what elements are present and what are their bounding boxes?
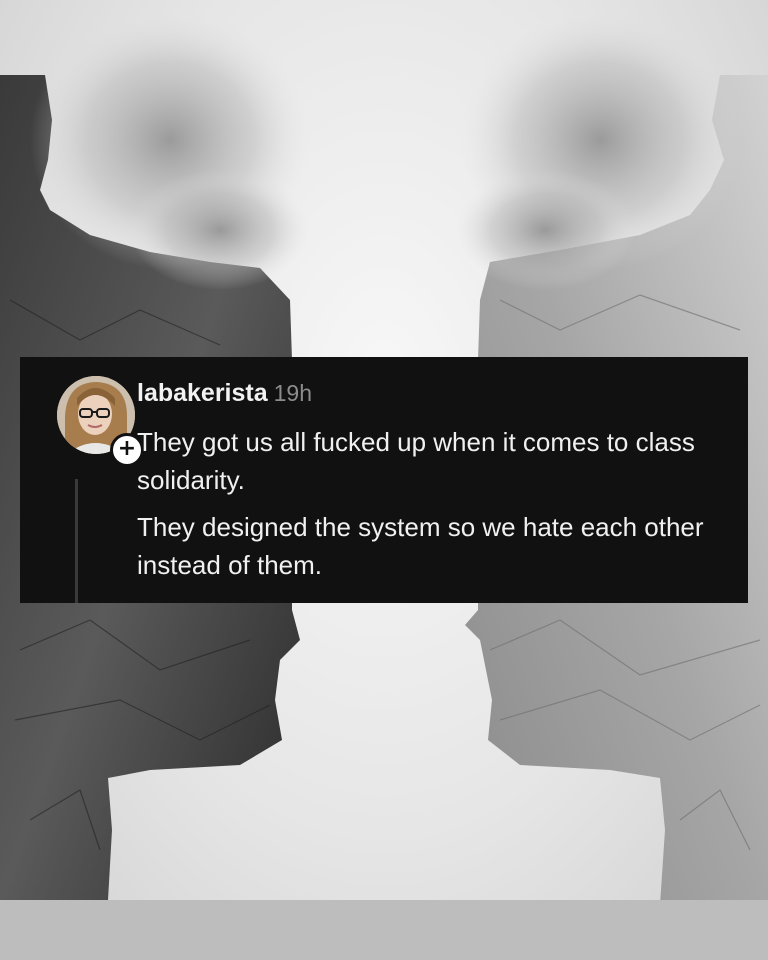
post-timestamp: 19h: [273, 380, 313, 406]
post-paragraph: They got us all fucked up when it comes …: [137, 427, 695, 495]
post-paragraph: They designed the system so we hate each…: [137, 512, 704, 580]
post-card: + labakerista 19h They got us all fucked …: [20, 357, 748, 603]
image-post: + labakerista 19h They got us all fucked …: [0, 0, 768, 960]
post-body: They got us all fucked up when it comes …: [137, 423, 737, 593]
thread-line: [75, 479, 78, 603]
post-header: labakerista 19h: [137, 379, 312, 408]
username-link[interactable]: labakerista: [137, 379, 268, 407]
